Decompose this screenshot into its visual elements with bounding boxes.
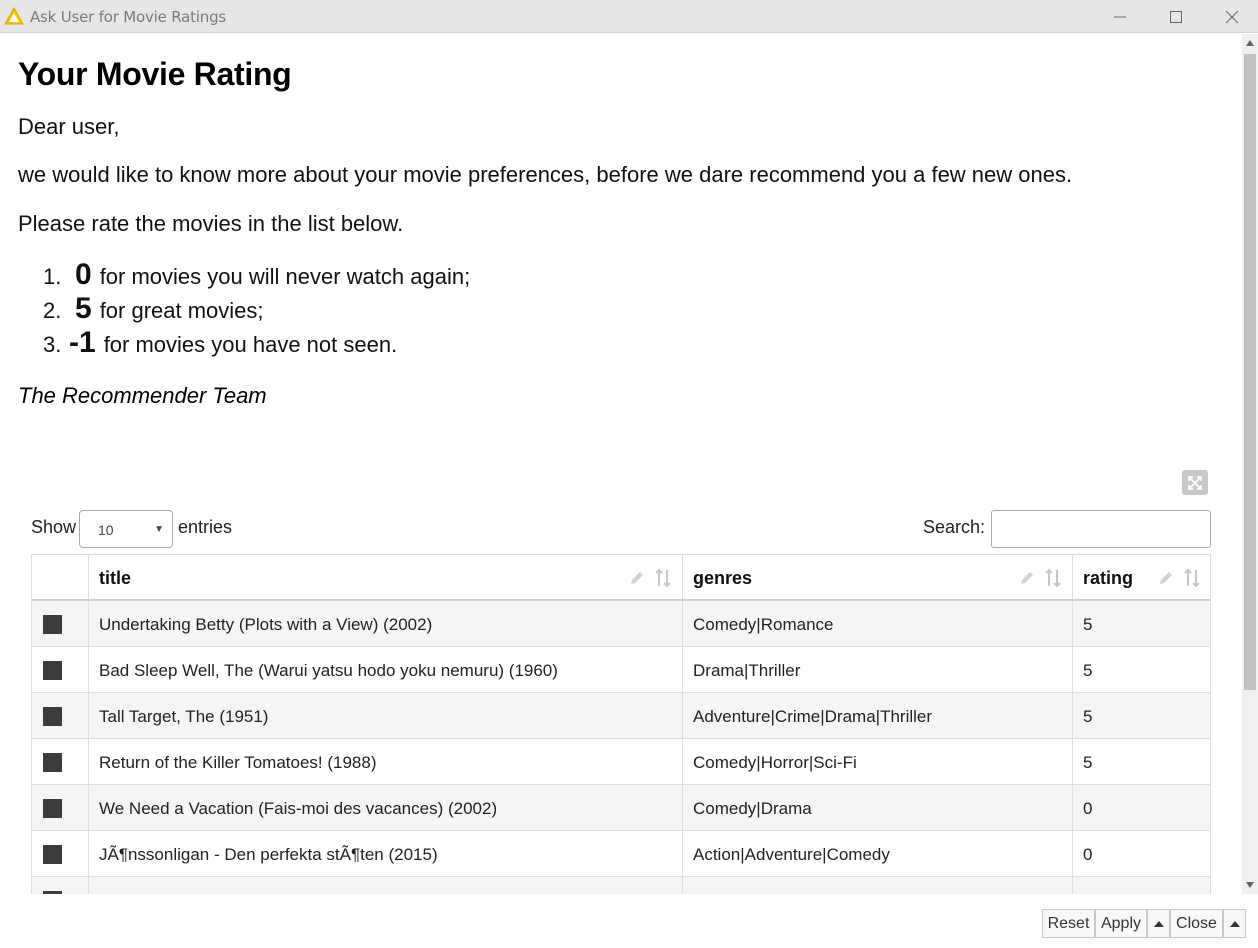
rule-text: for great movies; (99, 298, 264, 323)
table-row[interactable] (31, 877, 1211, 894)
sort-icon[interactable] (1044, 568, 1062, 588)
window-title: Ask User for Movie Ratings (30, 8, 227, 26)
table-row[interactable]: Bad Sleep Well, The (Warui yatsu hodo yo… (31, 647, 1211, 693)
maximize-button[interactable] (1148, 0, 1204, 33)
rule-text: for movies you have not seen. (103, 332, 398, 357)
cell-genres: Adventure|Crime|Drama|Thriller (693, 707, 933, 726)
table-row[interactable]: Undertaking Betty (Plots with a View) (2… (31, 601, 1211, 647)
cell-genres: Action|Adventure|Comedy (693, 845, 890, 864)
column-header-label: genres (693, 568, 753, 588)
vertical-scrollbar[interactable] (1242, 34, 1258, 894)
rating-rules-list: 1. 0 for movies you will never watch aga… (43, 258, 470, 360)
close-button[interactable]: Close (1170, 909, 1223, 938)
rule-value: 0 (75, 258, 92, 291)
minimize-icon (1114, 16, 1126, 17)
cell-rating[interactable]: 5 (1083, 615, 1092, 635)
rule-number: 2. (43, 298, 62, 323)
apply-button[interactable]: Apply (1095, 909, 1147, 938)
triangle-up-icon (1153, 920, 1164, 927)
page-size-select[interactable]: 10 ▼ (79, 510, 173, 548)
close-icon (1225, 10, 1239, 23)
chevron-down-icon (1246, 882, 1254, 888)
row-checkbox[interactable] (43, 661, 62, 680)
cell-title: Bad Sleep Well, The (Warui yatsu hodo yo… (99, 661, 558, 680)
cell-rating[interactable]: 0 (1083, 845, 1092, 865)
cell-title: JÃ¶nssonligan - Den perfekta stÃ¶ten (20… (99, 845, 438, 864)
column-header-title[interactable]: title (88, 555, 682, 599)
row-checkbox[interactable] (43, 799, 62, 818)
triangle-up-icon (1229, 920, 1240, 927)
cell-genres: Comedy|Drama (693, 799, 812, 818)
title-bar: Ask User for Movie Ratings (0, 0, 1258, 33)
cell-genres: Comedy|Romance (693, 615, 834, 634)
scroll-thumb[interactable] (1244, 54, 1256, 690)
cell-rating[interactable]: 5 (1083, 661, 1092, 681)
rating-rule: 3. -1 for movies you have not seen. (43, 326, 470, 360)
cell-genres: Comedy|Horror|Sci-Fi (693, 753, 857, 772)
column-header-genres[interactable]: genres (682, 555, 1072, 599)
row-checkbox[interactable] (43, 845, 62, 864)
rule-value: 5 (75, 292, 92, 325)
search-label: Search: (923, 517, 986, 537)
row-checkbox[interactable] (43, 615, 62, 634)
fullscreen-button[interactable] (1182, 470, 1208, 495)
instruction-text: Please rate the movies in the list below… (18, 211, 404, 236)
sort-icon[interactable] (1183, 568, 1201, 588)
maximize-icon (1170, 10, 1182, 23)
rule-text: for movies you will never watch again; (99, 264, 471, 289)
pencil-icon[interactable] (628, 569, 646, 587)
warning-triangle-icon (4, 7, 24, 25)
chevron-up-icon (1246, 40, 1254, 46)
pencil-icon[interactable] (1157, 569, 1175, 587)
dialog-button-bar: Reset Apply Close (0, 894, 1258, 948)
rule-value: -1 (69, 326, 96, 359)
dropdown-arrow-icon: ▼ (154, 524, 164, 535)
close-options-button[interactable] (1223, 909, 1246, 938)
table-row[interactable]: Return of the Killer Tomatoes! (1988) Co… (31, 739, 1211, 785)
column-header-label: title (99, 568, 132, 588)
page-size-value: 10 (98, 522, 114, 538)
show-label: Show (31, 517, 77, 537)
page-title: Your Movie Rating (18, 56, 292, 92)
entries-label: entries (178, 517, 233, 537)
reset-button[interactable]: Reset (1042, 909, 1095, 938)
close-window-button[interactable] (1204, 0, 1258, 33)
select-column-header[interactable] (32, 555, 88, 599)
column-header-label: rating (1083, 568, 1134, 588)
greeting-text: Dear user, (18, 114, 120, 139)
table-row[interactable]: We Need a Vacation (Fais-moi des vacance… (31, 785, 1211, 831)
cell-rating[interactable]: 5 (1083, 707, 1092, 727)
main-content: Your Movie Rating Dear user, we would li… (0, 34, 1242, 894)
rule-number: 1. (43, 264, 62, 289)
scroll-up-button[interactable] (1242, 34, 1258, 52)
row-checkbox[interactable] (43, 707, 62, 726)
cell-title: Undertaking Betty (Plots with a View) (2… (99, 615, 433, 634)
rule-number: 3. (43, 332, 62, 357)
pencil-icon[interactable] (1018, 569, 1036, 587)
ratings-table: title genres rating Undertaking Betty (P… (31, 554, 1211, 894)
table-header: title genres rating (31, 554, 1211, 601)
rating-rule: 1. 0 for movies you will never watch aga… (43, 258, 470, 292)
cell-rating[interactable]: 5 (1083, 753, 1092, 773)
signoff-text: The Recommender Team (18, 383, 267, 408)
sort-icon[interactable] (654, 568, 672, 588)
search-input[interactable] (991, 510, 1211, 548)
table-row[interactable]: JÃ¶nssonligan - Den perfekta stÃ¶ten (20… (31, 831, 1211, 877)
cell-genres: Drama|Thriller (693, 661, 801, 680)
expand-icon (1188, 475, 1202, 490)
cell-rating[interactable]: 0 (1083, 799, 1092, 819)
table-row[interactable]: Tall Target, The (1951) Adventure|Crime|… (31, 693, 1211, 739)
column-header-rating[interactable]: rating (1072, 555, 1211, 599)
rating-rule: 2. 5 for great movies; (43, 292, 470, 326)
row-checkbox[interactable] (43, 753, 62, 772)
scroll-down-button[interactable] (1242, 876, 1258, 894)
intro-text: we would like to know more about your mo… (18, 162, 1073, 187)
minimize-button[interactable] (1092, 0, 1148, 33)
cell-title: Tall Target, The (1951) (99, 707, 269, 726)
apply-options-button[interactable] (1147, 909, 1170, 938)
cell-title: We Need a Vacation (Fais-moi des vacance… (99, 799, 498, 818)
cell-title: Return of the Killer Tomatoes! (1988) (99, 753, 377, 772)
